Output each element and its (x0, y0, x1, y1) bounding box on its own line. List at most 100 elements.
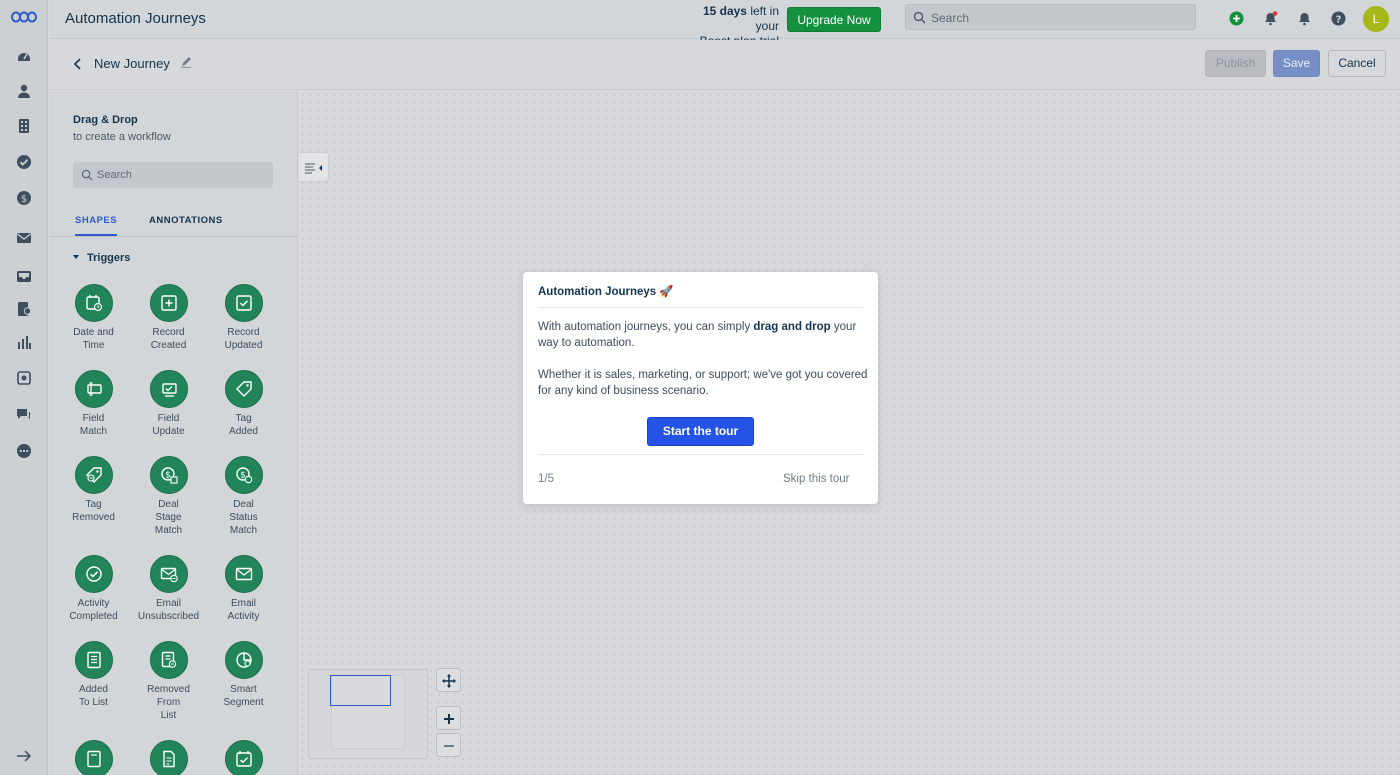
email-icon[interactable] (16, 230, 32, 246)
tab-annotations[interactable]: ANNOTATIONS (149, 215, 223, 226)
minus-icon (444, 745, 454, 747)
tour-paragraph-1: With automation journeys, you can simply… (538, 319, 868, 351)
calendar-check-icon (224, 740, 263, 775)
shape-tile[interactable] (56, 740, 131, 775)
deal-stage-icon: $ (149, 456, 188, 494)
zoom-out-button[interactable] (436, 733, 461, 757)
record-plus-icon (149, 284, 188, 322)
shape-tile[interactable]: Email Activity (206, 555, 281, 623)
tour-step-counter: 1/5 (538, 473, 554, 485)
list-remove-icon (149, 641, 188, 679)
upgrade-now-button[interactable]: Upgrade Now (787, 7, 881, 32)
shape-tile[interactable]: Tag Added (206, 370, 281, 438)
shape-tile[interactable]: Removed From List (131, 641, 206, 722)
inbox-icon[interactable] (16, 268, 32, 284)
search-icon (81, 169, 93, 181)
shape-tile[interactable]: Activity Completed (56, 555, 131, 623)
reports-icon[interactable] (16, 334, 32, 350)
shape-tile[interactable] (131, 740, 206, 775)
field-update-icon (149, 370, 188, 408)
tour-p1-text: With automation journeys, you can simply (538, 321, 754, 333)
tour-title: Automation Journeys 🚀 (538, 286, 674, 298)
panel-subtitle: to create a workflow (73, 131, 171, 143)
shape-label: Field Update (152, 413, 185, 437)
shape-label: Deal Stage Match (154, 499, 183, 536)
email-icon (224, 555, 263, 593)
phone-book-icon[interactable] (16, 301, 32, 317)
global-search-input[interactable] (931, 9, 1181, 26)
journey-name: New Journey (94, 56, 170, 71)
svg-text:?: ? (1336, 14, 1342, 25)
shapes-search-input[interactable] (97, 167, 267, 183)
minimap-viewport[interactable] (330, 675, 391, 706)
shape-label: Smart Segment (223, 684, 264, 708)
app-logo-icon[interactable] (11, 10, 37, 24)
more-icon[interactable] (16, 443, 32, 459)
deals-icon[interactable]: $ (16, 190, 32, 206)
tab-shapes[interactable]: SHAPES (75, 215, 118, 236)
shape-tile[interactable]: Record Created (131, 284, 206, 352)
svg-text:$: $ (165, 470, 170, 480)
check-circle-icon (74, 555, 113, 593)
segment-icon (224, 641, 263, 679)
shape-label: Record Created (150, 327, 187, 351)
contacts-icon[interactable] (16, 83, 32, 99)
page-title: Automation Journeys (65, 10, 206, 27)
caret-down-icon (73, 255, 79, 259)
section-label: Triggers (87, 252, 131, 264)
global-search[interactable] (905, 4, 1196, 30)
trial-days: 15 days (702, 4, 747, 18)
shape-tile[interactable]: Field Match (56, 370, 131, 438)
save-button[interactable]: Save (1273, 50, 1320, 77)
triggers-section-header[interactable]: Triggers (73, 252, 130, 264)
shape-label: Record Updated (224, 327, 263, 351)
shape-tile[interactable] (206, 740, 281, 775)
accounts-icon[interactable] (16, 118, 32, 134)
shapes-search[interactable] (73, 162, 273, 188)
dashboard-icon[interactable] (16, 48, 32, 64)
avatar[interactable]: L (1363, 6, 1389, 32)
start-tour-button[interactable]: Start the tour (647, 417, 754, 446)
shape-tile[interactable]: Tag Removed (56, 456, 131, 524)
shape-tile[interactable]: Added To List (56, 641, 131, 709)
minimap[interactable] (308, 669, 428, 759)
move-icon (442, 674, 456, 688)
help-icon[interactable]: ? (1331, 11, 1346, 26)
shape-tile[interactable]: Record Updated (206, 284, 281, 352)
shape-tile[interactable]: $ Deal Status Match (206, 456, 281, 537)
tag-remove-icon (74, 456, 113, 494)
tag-icon (224, 370, 263, 408)
bell-icon[interactable] (1297, 11, 1312, 26)
chat-icon[interactable] (16, 407, 32, 423)
expand-nav-icon[interactable] (16, 748, 32, 764)
document-icon (74, 740, 113, 775)
shape-tile[interactable]: Email Unsubscribed (131, 555, 206, 623)
shape-label: Added To List (79, 684, 108, 708)
automation-icon[interactable] (16, 370, 32, 386)
edit-name-icon[interactable] (180, 56, 192, 68)
journey-toolbar: New Journey Publish Save Cancel (49, 40, 1400, 90)
tasks-icon[interactable] (16, 154, 32, 170)
shape-tile[interactable]: Field Update (131, 370, 206, 438)
trial-text-1: left in your (746, 4, 779, 33)
tour-p1-bold: drag and drop (753, 321, 831, 333)
add-new-icon[interactable] (1229, 11, 1244, 26)
top-header: Automation Journeys 15 days left in your… (49, 0, 1400, 48)
skip-tour-link[interactable]: Skip this tour (783, 473, 849, 485)
panel-title: Drag & Drop (73, 114, 138, 126)
shape-tile[interactable]: $ Deal Stage Match (131, 456, 206, 537)
publish-button[interactable]: Publish (1205, 50, 1266, 77)
calendar-clock-icon (74, 284, 113, 322)
back-arrow-icon[interactable] (71, 56, 85, 72)
email-minus-icon (149, 555, 188, 593)
shape-tile[interactable]: Smart Segment (206, 641, 281, 709)
panel-tabs: SHAPES ANNOTATIONS (49, 211, 297, 237)
shape-tile[interactable]: Date and Time (56, 284, 131, 352)
notifications-alert-icon[interactable] (1263, 11, 1278, 26)
cancel-button[interactable]: Cancel (1328, 50, 1386, 77)
list-icon (74, 641, 113, 679)
pan-button[interactable] (436, 668, 461, 692)
zoom-in-button[interactable] (436, 706, 461, 730)
collapse-panel-button[interactable] (299, 152, 329, 182)
shape-label: Email Activity (227, 598, 260, 622)
